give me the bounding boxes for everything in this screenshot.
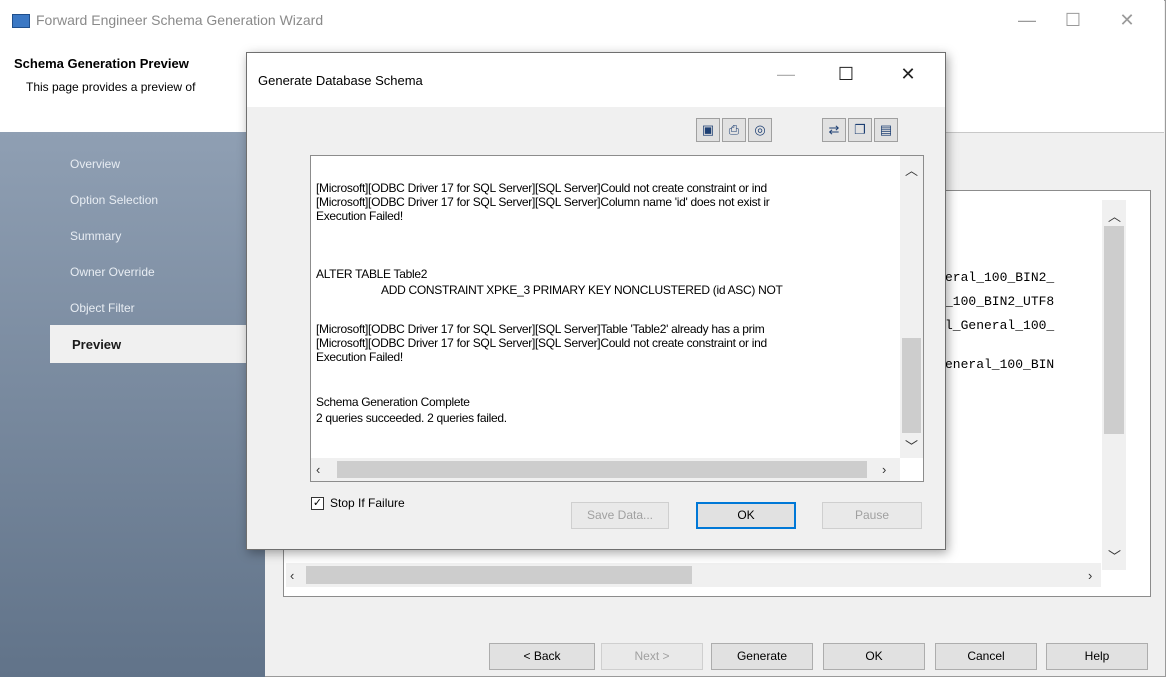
maximize-icon[interactable]: ☐ xyxy=(1050,0,1096,40)
next-button[interactable]: Next > xyxy=(601,643,703,670)
print-icon[interactable]: ⎙ xyxy=(722,118,746,142)
dialog-close-icon[interactable]: ✕ xyxy=(888,64,928,85)
dialog-scroll-up-icon[interactable]: ︿ xyxy=(905,160,918,179)
log-line: Execution Failed! xyxy=(316,209,403,223)
code-line: eneral_100_BIN xyxy=(945,357,1055,372)
log-line: Schema Generation Complete xyxy=(316,395,470,409)
dialog-ok-button[interactable]: OK xyxy=(696,502,796,529)
scroll-up-icon[interactable]: ︿ xyxy=(1108,206,1121,225)
save-icon[interactable]: ▣ xyxy=(696,118,720,142)
log-line: [Microsoft][ODBC Driver 17 for SQL Serve… xyxy=(316,336,767,350)
log-line: Execution Failed! xyxy=(316,350,403,364)
scroll-down-icon[interactable]: ﹀ xyxy=(1108,546,1121,565)
sidebar-item-object-filter[interactable]: Object Filter xyxy=(70,301,135,315)
connect-icon[interactable]: ⇄ xyxy=(822,118,846,142)
dialog-title: Generate Database Schema xyxy=(258,73,423,88)
pause-button[interactable]: Pause xyxy=(822,502,922,529)
dialog-maximize-icon[interactable]: ☐ xyxy=(826,64,866,85)
sidebar-item-overview[interactable]: Overview xyxy=(70,157,120,171)
close-icon[interactable]: ✕ xyxy=(1104,0,1150,40)
ok-button[interactable]: OK xyxy=(823,643,925,670)
log-line: [Microsoft][ODBC Driver 17 for SQL Serve… xyxy=(316,181,767,195)
wizard-title: Forward Engineer Schema Generation Wizar… xyxy=(36,12,324,28)
page-subtitle: This page provides a preview of xyxy=(26,80,196,94)
app-icon xyxy=(12,14,30,28)
horizontal-scroll-thumb[interactable] xyxy=(306,566,692,584)
log-line: 2 queries succeeded. 2 queries failed. xyxy=(316,411,507,425)
code-line: l_General_100_ xyxy=(945,318,1055,333)
save-data-button[interactable]: Save Data... xyxy=(571,502,669,529)
dialog-horizontal-scroll-thumb[interactable] xyxy=(337,461,867,478)
stop-if-failure-checkbox[interactable]: ✓ xyxy=(311,497,324,510)
stop-if-failure-label: Stop If Failure xyxy=(330,496,405,510)
dialog-scroll-right-icon[interactable]: › xyxy=(882,462,886,477)
page-title: Schema Generation Preview xyxy=(14,56,189,71)
dialog-minimize-icon[interactable]: — xyxy=(766,64,806,85)
minimize-icon[interactable]: — xyxy=(1004,0,1050,40)
vertical-scroll-thumb[interactable] xyxy=(1104,226,1124,434)
scroll-left-icon[interactable]: ‹ xyxy=(290,568,294,583)
back-button[interactable]: < Back xyxy=(489,643,595,670)
wizard-sidebar xyxy=(0,132,265,677)
log-line: [Microsoft][ODBC Driver 17 for SQL Serve… xyxy=(316,322,765,336)
sidebar-item-preview[interactable]: Preview xyxy=(72,337,121,352)
dialog-scroll-down-icon[interactable]: ﹀ xyxy=(905,436,918,455)
log-line: [Microsoft][ODBC Driver 17 for SQL Serve… xyxy=(316,195,770,209)
sidebar-item-owner-override[interactable]: Owner Override xyxy=(70,265,155,279)
log-line: ADD CONSTRAINT XPKE_3 PRIMARY KEY NONCLU… xyxy=(381,283,783,297)
paste-icon[interactable]: ▤ xyxy=(874,118,898,142)
code-line: _100_BIN2_UTF8 xyxy=(945,294,1055,309)
generate-button[interactable]: Generate xyxy=(711,643,813,670)
sidebar-item-summary[interactable]: Summary xyxy=(70,229,121,243)
cancel-button[interactable]: Cancel xyxy=(935,643,1037,670)
dialog-scroll-left-icon[interactable]: ‹ xyxy=(316,462,320,477)
sidebar-item-option-selection[interactable]: Option Selection xyxy=(70,193,158,207)
dialog-vertical-scroll-thumb[interactable] xyxy=(902,338,921,433)
copy-icon[interactable]: ❐ xyxy=(848,118,872,142)
help-button[interactable]: Help xyxy=(1046,643,1148,670)
code-line: eral_100_BIN2_ xyxy=(945,270,1055,285)
log-line: ALTER TABLE Table2 xyxy=(316,267,428,281)
scroll-right-icon[interactable]: › xyxy=(1088,568,1092,583)
find-icon[interactable]: ◎ xyxy=(748,118,772,142)
